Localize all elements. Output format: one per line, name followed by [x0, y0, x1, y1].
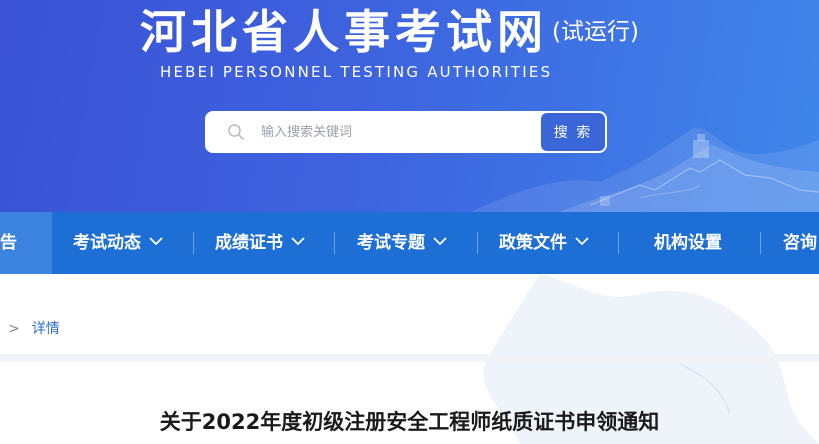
article-title: 关于2022年度初级注册安全工程师纸质证书申领通知 — [159, 410, 660, 434]
section-divider — [0, 354, 819, 362]
search-button[interactable]: 搜 索 — [541, 113, 605, 151]
nav-item-label: 咨询 — [783, 233, 817, 253]
site-english-title: HEBEI PERSONNEL TESTING AUTHORITIES — [160, 63, 553, 81]
chevron-down-icon — [433, 236, 447, 245]
nav-divider — [618, 232, 619, 254]
nav-item-policy-documents[interactable]: 政策文件 — [499, 212, 589, 274]
nav-item-consultation[interactable]: 咨询 — [783, 212, 817, 274]
nav-item-label: 政策文件 — [499, 233, 567, 253]
nav-item-exam-topics[interactable]: 考试专题 — [357, 212, 447, 274]
nav-item-label: 成绩证书 — [215, 233, 283, 253]
site-banner: 河北省人事考试网 (试运行) HEBEI PERSONNEL TESTING AU… — [0, 0, 819, 212]
nav-item-organization[interactable]: 机构设置 — [654, 212, 722, 274]
site-title-row: 河北省人事考试网 (试运行) — [140, 2, 639, 62]
breadcrumb-separator: > — [8, 321, 20, 337]
site-title: 河北省人事考试网 — [140, 5, 548, 59]
site-subtitle: (试运行) — [552, 19, 639, 45]
search-input[interactable] — [255, 111, 539, 153]
breadcrumb-current[interactable]: 详情 — [32, 321, 60, 337]
search-icon — [228, 124, 244, 140]
nav-item-label: 告 — [0, 233, 17, 253]
nav-divider — [193, 232, 194, 254]
chevron-down-icon — [575, 236, 589, 245]
nav-item-label: 考试专题 — [357, 233, 425, 253]
nav-divider — [760, 232, 761, 254]
chevron-down-icon — [149, 236, 163, 245]
nav-item-scores-certificates[interactable]: 成绩证书 — [215, 212, 305, 274]
nav-divider — [477, 232, 478, 254]
search-box: 搜 索 — [205, 111, 607, 153]
nav-divider — [334, 232, 335, 254]
nav-item-label: 考试动态 — [73, 233, 141, 253]
breadcrumb: > 详情 — [8, 318, 60, 338]
chevron-down-icon — [291, 236, 305, 245]
content-area: > 详情 关于2022年度初级注册安全工程师纸质证书申领通知 — [0, 274, 819, 444]
main-nav: 告 考试动态 成绩证书 考试专题 政策文件 机构设置 咨询 — [0, 212, 819, 274]
nav-item-label: 机构设置 — [654, 233, 722, 253]
nav-item-exam-news[interactable]: 考试动态 — [73, 212, 163, 274]
nav-item-announcement[interactable]: 告 — [0, 212, 52, 274]
